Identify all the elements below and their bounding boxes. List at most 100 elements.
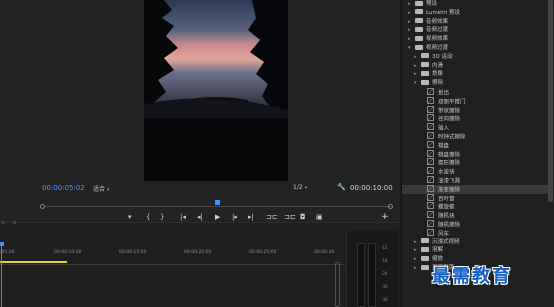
chevron-right-icon[interactable]: ▸ <box>414 246 421 255</box>
folder-icon <box>415 44 423 50</box>
transition-effect-icon <box>427 228 434 236</box>
linked-selection-icon[interactable]: ⊃ <box>12 220 16 226</box>
effect-item-row[interactable]: 随机块 <box>402 211 549 220</box>
chevron-right-icon[interactable]: ▸ <box>414 53 421 62</box>
chevron-right-icon[interactable]: ▸ <box>408 26 415 35</box>
effects-folder-row[interactable]: ▸ 3D 运动 <box>402 53 549 62</box>
effect-label: 水波块 <box>438 169 455 176</box>
effect-item-row[interactable]: 百叶窗 <box>402 193 549 203</box>
mark-in-icon[interactable]: { <box>146 213 150 221</box>
timeline-playhead[interactable] <box>1 242 2 307</box>
mark-out-icon[interactable]: } <box>160 213 164 221</box>
meter-db-label: -18 <box>381 258 388 263</box>
folder-icon <box>421 255 429 261</box>
add-marker-icon[interactable]: ▾ <box>128 213 132 221</box>
timeline-playhead-handle[interactable] <box>0 242 4 246</box>
effects-folder-row[interactable]: ▸ 音频过渡 <box>402 26 549 35</box>
ruler-label: 00:00:25:00 <box>249 250 277 255</box>
chevron-down-icon[interactable]: ▾ <box>408 44 415 53</box>
effect-item-row[interactable]: 渐变擦除 <box>402 184 549 194</box>
ruler-label: 00:00:30 <box>314 250 335 255</box>
folder-icon <box>415 9 423 15</box>
step-back-icon[interactable]: ◂| <box>197 213 203 221</box>
chevron-right-icon[interactable]: ▸ <box>408 18 415 27</box>
snap-icon[interactable]: ⊂ <box>1 220 5 226</box>
effects-folder-row[interactable]: ▾ 擦除 <box>402 79 549 88</box>
effect-item-row[interactable]: 油漆飞溅 <box>402 176 549 185</box>
chevron-right-icon[interactable]: ▸ <box>414 264 421 273</box>
effect-label: Lumetri 预设 <box>426 9 460 16</box>
transition-effect-icon <box>427 140 434 148</box>
effect-item-row[interactable]: 楔形擦除 <box>402 158 549 167</box>
chevron-right-icon[interactable]: ▸ <box>414 255 421 264</box>
effect-item-row[interactable]: 划出 <box>402 88 549 97</box>
effect-label: 音频过渡 <box>426 27 449 34</box>
folder-icon <box>421 62 429 68</box>
effect-label: 棋盘擦除 <box>438 152 461 159</box>
effect-item-row[interactable]: 螺旋框 <box>402 202 549 211</box>
effect-item-row[interactable]: 插入 <box>402 123 549 132</box>
effect-label: 随机块 <box>438 213 455 220</box>
playback-resolution-select[interactable]: 1/2 ▾ <box>293 184 307 191</box>
chevron-right-icon[interactable]: ▸ <box>414 70 421 79</box>
effect-label: 双侧平推门 <box>438 99 466 106</box>
chevron-right-icon[interactable]: ▸ <box>414 62 421 71</box>
chevron-down-icon: ▾ <box>304 185 308 191</box>
current-timecode[interactable]: 00:00:05:02 <box>42 184 85 192</box>
effect-item-row[interactable]: 带状擦除 <box>402 105 549 115</box>
effects-folder-row[interactable]: ▸ 预设 <box>402 0 549 9</box>
audio-meter: -12 -18 -24 -30 -36 <box>346 231 399 307</box>
monitor-playhead[interactable] <box>215 200 220 205</box>
effects-folder-row[interactable]: ▸ Lumetri 预设 <box>402 9 549 18</box>
scrub-end-handle[interactable] <box>388 204 393 209</box>
ruler-label: :05:00 <box>0 250 15 255</box>
chevron-right-icon[interactable]: ▸ <box>414 238 421 247</box>
effects-folder-row[interactable]: ▸ 视频效果 <box>402 35 549 44</box>
monitor-scrub-bar[interactable] <box>44 200 391 214</box>
effect-item-row[interactable]: 风车 <box>402 228 549 238</box>
scrub-start-handle[interactable] <box>40 204 45 209</box>
effects-folder-row[interactable]: ▸ 划像 <box>402 70 549 79</box>
go-to-out-icon[interactable]: ▸| <box>248 213 254 221</box>
effects-folder-row[interactable]: ▸ 音频效果 <box>402 18 549 27</box>
play-icon[interactable]: ▶ <box>215 213 220 221</box>
effects-folder-row[interactable]: ▾ 视频过渡 <box>402 44 549 53</box>
transition-effect-icon <box>427 88 434 95</box>
compare-view-icon[interactable]: ▣ <box>316 213 323 221</box>
watermark-text: 最需教育 <box>432 266 512 287</box>
go-to-in-icon[interactable]: |◂ <box>180 213 186 221</box>
effect-label: 楔形擦除 <box>438 160 461 167</box>
chevron-right-icon[interactable]: ▸ <box>408 0 415 9</box>
effect-label: 螺旋框 <box>438 204 455 211</box>
work-area-bar[interactable] <box>0 261 67 263</box>
effects-folder-row[interactable]: ▸ 沉浸式视频 <box>402 238 549 247</box>
chevron-right-icon[interactable]: ▸ <box>408 35 415 44</box>
effect-label: 径向擦除 <box>438 116 461 123</box>
effect-item-row[interactable]: 棋盘 <box>402 140 549 150</box>
meter-db-label: -30 <box>381 284 388 289</box>
effect-label: 油漆飞溅 <box>438 178 461 185</box>
effect-item-row[interactable]: 双侧平推门 <box>402 96 549 106</box>
effect-label: 带状擦除 <box>438 108 461 115</box>
export-frame-icon[interactable]: ◘ <box>300 213 306 221</box>
zoom-level-select[interactable]: 适合 ▾ <box>93 184 110 193</box>
effect-item-row[interactable]: 水波块 <box>402 167 549 176</box>
ruler-label: 00:00:15:00 <box>119 250 147 255</box>
effects-folder-row[interactable]: ▸ 内滑 <box>402 62 549 71</box>
add-button[interactable]: + <box>381 212 389 222</box>
effect-item-row[interactable]: 棋盘擦除 <box>402 149 549 159</box>
effects-scrollbar[interactable] <box>548 0 553 202</box>
transition-effect-icon <box>427 211 434 219</box>
chevron-down-icon[interactable]: ▾ <box>414 79 421 88</box>
effect-item-row[interactable]: 随机擦除 <box>402 220 549 229</box>
extract-icon[interactable]: ⊐⊏ <box>284 213 296 221</box>
step-forward-icon[interactable]: |▸ <box>232 213 238 221</box>
folder-icon <box>415 18 423 24</box>
effects-folder-row[interactable]: ▸ 溶解 <box>402 246 549 255</box>
effect-item-row[interactable]: 时钟式擦除 <box>402 132 549 141</box>
lift-icon[interactable]: ⊐⊏ <box>266 213 278 221</box>
chevron-right-icon[interactable]: ▸ <box>408 9 415 18</box>
settings-wrench-icon[interactable]: 🔧 <box>337 183 346 191</box>
effect-item-row[interactable]: 径向擦除 <box>402 114 549 123</box>
timeline-scrollbar[interactable] <box>335 262 340 307</box>
